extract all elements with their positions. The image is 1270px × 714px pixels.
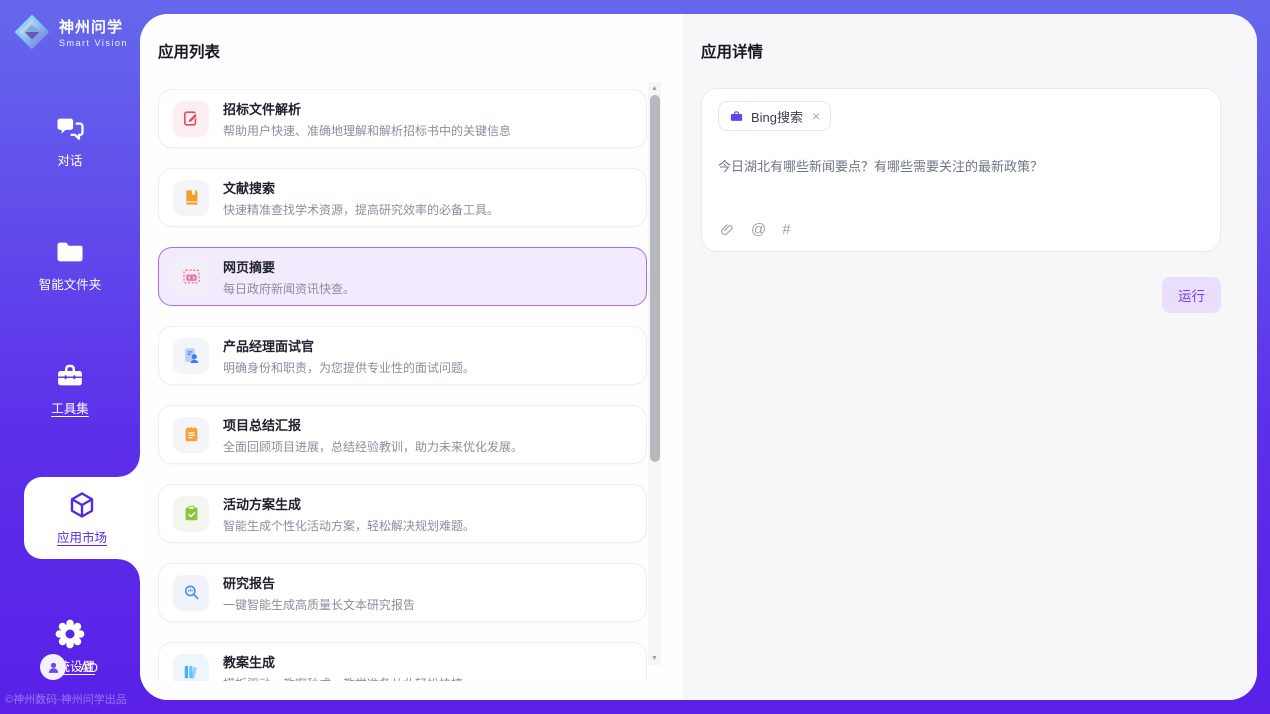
sidebar-item-tools[interactable]: 工具集 xyxy=(0,353,140,425)
app-card-desc: 帮助用户快速、准确地理解和解析招标书中的关键信息 xyxy=(223,122,511,139)
app-detail-pane: 应用详情 Bing搜索 × 今日湖北有哪些新闻要点？有哪些需要关注的最新政策？ … xyxy=(683,14,1257,700)
app-card-desc: 明确身份和职责，为您提供专业性的面试问题。 xyxy=(223,359,475,376)
brand-name: 神州问学 xyxy=(59,16,128,37)
app-list-pane: 应用列表 招标文件解析 帮助用户快速、准确地理解和解析招标书中的关键信息 文献搜… xyxy=(140,14,683,700)
scrollbar[interactable]: ▲ ▼ xyxy=(648,82,661,665)
sidebar: 神州问学 Smart Vision 对话 智能文件夹 工具集 应用市场 系统设置 xyxy=(0,0,140,714)
app-detail-title: 应用详情 xyxy=(701,40,1222,62)
app-card[interactable]: 招标文件解析 帮助用户快速、准确地理解和解析招标书中的关键信息 xyxy=(158,89,647,148)
app-card[interactable]: 研究报告 一键智能生成高质量长文本研究报告 xyxy=(158,563,647,622)
tool-chip-label: Bing搜索 xyxy=(751,107,803,126)
app-card-desc: 快速精准查找学术资源，提高研究效率的必备工具。 xyxy=(223,201,499,218)
user-profile[interactable]: AD xyxy=(0,654,140,680)
app-card-title: 网页摘要 xyxy=(223,257,355,276)
app-card-desc: 每日政府新闻资讯快查。 xyxy=(223,280,355,297)
copyright: ©神州数码·神州问学出品 xyxy=(5,691,127,707)
scroll-down-icon[interactable]: ▼ xyxy=(648,652,661,665)
sidebar-item-label: 工具集 xyxy=(51,398,89,417)
gear-icon xyxy=(55,619,85,649)
folder-icon xyxy=(55,237,85,267)
app-card-desc: 智能生成个性化活动方案，轻松解决规划难题。 xyxy=(223,517,475,534)
briefcase-icon xyxy=(729,109,744,124)
notebook-icon xyxy=(173,417,209,453)
paperclip-icon[interactable] xyxy=(719,222,735,238)
cube-icon xyxy=(67,490,97,520)
run-button[interactable]: 运行 xyxy=(1162,277,1221,313)
composer-card: Bing搜索 × 今日湖北有哪些新闻要点？有哪些需要关注的最新政策？ @ # xyxy=(701,88,1221,252)
app-card-title: 活动方案生成 xyxy=(223,494,475,513)
app-card-title: 产品经理面试官 xyxy=(223,336,475,355)
brand-tagline: Smart Vision xyxy=(59,38,128,48)
brand-gem-icon xyxy=(13,13,51,51)
lesson-icon xyxy=(173,654,209,682)
tab-curve-top xyxy=(118,455,140,477)
app-card[interactable]: 产品经理面试官 明确身份和职责，为您提供专业性的面试问题。 xyxy=(158,326,647,385)
web-summary-icon xyxy=(173,259,209,295)
app-card-title: 项目总结汇报 xyxy=(223,415,523,434)
app-card-desc: 模板驱动，教案秒成，教学准备从此轻松快捷 xyxy=(223,675,463,682)
brand-logo: 神州问学 Smart Vision xyxy=(0,0,140,51)
app-card[interactable]: 文献搜索 快速精准查找学术资源，提高研究效率的必备工具。 xyxy=(158,168,647,227)
main-panel: 应用列表 招标文件解析 帮助用户快速、准确地理解和解析招标书中的关键信息 文献搜… xyxy=(140,14,1257,700)
app-card-title: 研究报告 xyxy=(223,573,415,592)
sidebar-item-chat[interactable]: 对话 xyxy=(0,105,140,177)
prompt-text[interactable]: 今日湖北有哪些新闻要点？有哪些需要关注的最新政策？ xyxy=(718,156,1204,175)
app-card[interactable]: 活动方案生成 智能生成个性化活动方案，轻松解决规划难题。 xyxy=(158,484,647,543)
sidebar-item-folders[interactable]: 智能文件夹 xyxy=(0,229,140,301)
app-card[interactable]: 教案生成 模板驱动，教案秒成，教学准备从此轻松快捷 xyxy=(158,642,647,681)
app-card-title: 招标文件解析 xyxy=(223,99,511,118)
plan-icon xyxy=(173,496,209,532)
app-card-desc: 全面回顾项目进展，总结经验教训，助力未来优化发展。 xyxy=(223,438,523,455)
hash-icon[interactable]: # xyxy=(782,221,790,238)
scroll-up-icon[interactable]: ▲ xyxy=(648,82,661,95)
app-card-list: 招标文件解析 帮助用户快速、准确地理解和解析招标书中的关键信息 文献搜索 快速精… xyxy=(158,89,647,681)
at-icon[interactable]: @ xyxy=(751,221,766,238)
app-card[interactable]: 网页摘要 每日政府新闻资讯快查。 xyxy=(158,247,647,306)
research-icon xyxy=(173,575,209,611)
app-card[interactable]: 项目总结汇报 全面回顾项目进展，总结经验教训，助力未来优化发展。 xyxy=(158,405,647,464)
app-list-title: 应用列表 xyxy=(158,40,683,62)
scrollbar-thumb[interactable] xyxy=(650,95,660,462)
chat-icon xyxy=(55,113,85,143)
sidebar-item-label: 应用市场 xyxy=(57,527,107,546)
app-card-title: 教案生成 xyxy=(223,652,463,671)
user-initials: AD xyxy=(80,660,98,675)
sidebar-item-market[interactable]: 应用市场 xyxy=(24,477,140,559)
toolbox-icon xyxy=(55,361,85,391)
doc-edit-icon xyxy=(173,101,209,137)
app-card-desc: 一键智能生成高质量长文本研究报告 xyxy=(223,596,415,613)
person-icon xyxy=(46,660,61,675)
composer-toolbar: @ # xyxy=(719,221,791,238)
tab-curve-bottom xyxy=(118,559,140,581)
sidebar-item-label: 智能文件夹 xyxy=(39,274,102,293)
sidebar-nav: 对话 智能文件夹 工具集 应用市场 系统设置 xyxy=(0,105,140,683)
run-row: 运行 xyxy=(701,277,1221,313)
book-icon xyxy=(173,180,209,216)
avatar xyxy=(40,654,66,680)
interview-icon xyxy=(173,338,209,374)
chip-close-icon[interactable]: × xyxy=(812,109,820,123)
app-card-title: 文献搜索 xyxy=(223,178,499,197)
tool-chip-bing[interactable]: Bing搜索 × xyxy=(718,101,831,131)
sidebar-item-label: 对话 xyxy=(57,150,82,169)
